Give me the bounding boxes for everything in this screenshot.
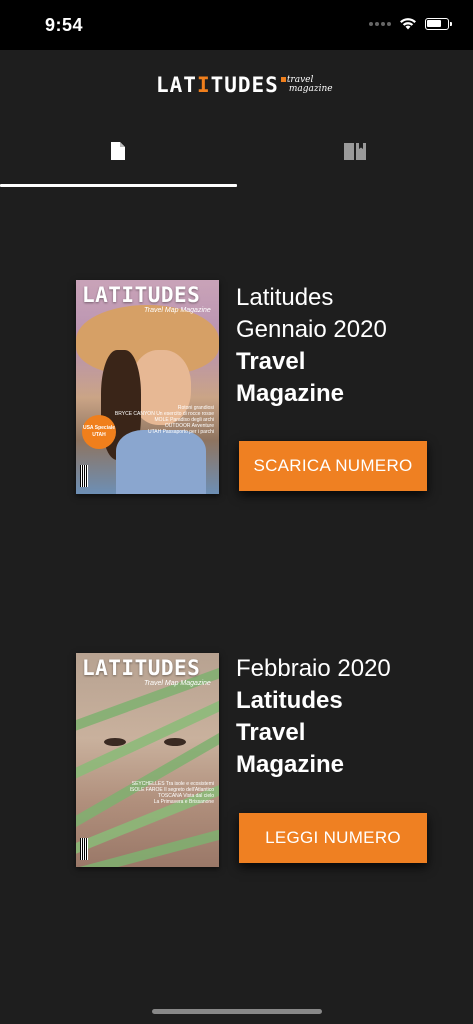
cover-eye-graphic (104, 738, 126, 746)
cover-headlines: Rotoni grandiosi BRYCE CANYON Un esercit… (114, 405, 214, 435)
tab-active-indicator (0, 184, 237, 187)
status-time: 9:54 (45, 15, 84, 35)
cover-leaf-graphic (76, 823, 219, 867)
battery-icon (425, 17, 452, 30)
cover-barcode (80, 465, 88, 487)
cover-leaf-graphic (76, 693, 219, 783)
cover-subtitle: Travel Map Magazine (144, 307, 211, 314)
home-indicator[interactable] (152, 1009, 322, 1014)
cover-masthead: LATITUDES (82, 656, 201, 680)
app-logo: LATITUDES travel magazine (156, 74, 333, 96)
issue-title-2: Febbraio 2020 Latitudes Travel Magazine (236, 655, 391, 778)
document-icon (111, 142, 125, 160)
cover-barcode (80, 838, 88, 860)
book-icon (344, 142, 366, 160)
tab-issues[interactable] (0, 132, 236, 182)
signal-icon (369, 21, 391, 26)
cover-masthead: LATITUDES (82, 283, 201, 307)
status-icons (369, 17, 452, 30)
read-issue-button[interactable]: LEGGI NUMERO (239, 813, 427, 863)
issue-title-1: Latitudes Gennaio 2020 Travel Magazine (236, 284, 387, 407)
cover-shirt-graphic (116, 430, 206, 494)
status-bar: 9:54 (0, 0, 473, 50)
cover-badge: USA Speciale UTAH (82, 415, 116, 449)
cover-headlines: SEYCHELLES Tra isole e ecosistemi ISOLE … (129, 781, 214, 805)
logo-subtitle: travel magazine (280, 76, 333, 96)
download-issue-button[interactable]: SCARICA NUMERO (239, 441, 427, 491)
issue-cover-2[interactable]: LATITUDES Travel Map Magazine SEYCHELLES… (76, 653, 219, 867)
cover-subtitle: Travel Map Magazine (144, 680, 211, 687)
wifi-icon (400, 18, 416, 30)
issue-cover-1[interactable]: LATITUDES Travel Map Magazine USA Specia… (76, 280, 219, 494)
tab-reader[interactable] (237, 132, 473, 182)
cover-eye-graphic (164, 738, 186, 746)
logo-wordmark: LATITUDES (156, 73, 279, 97)
